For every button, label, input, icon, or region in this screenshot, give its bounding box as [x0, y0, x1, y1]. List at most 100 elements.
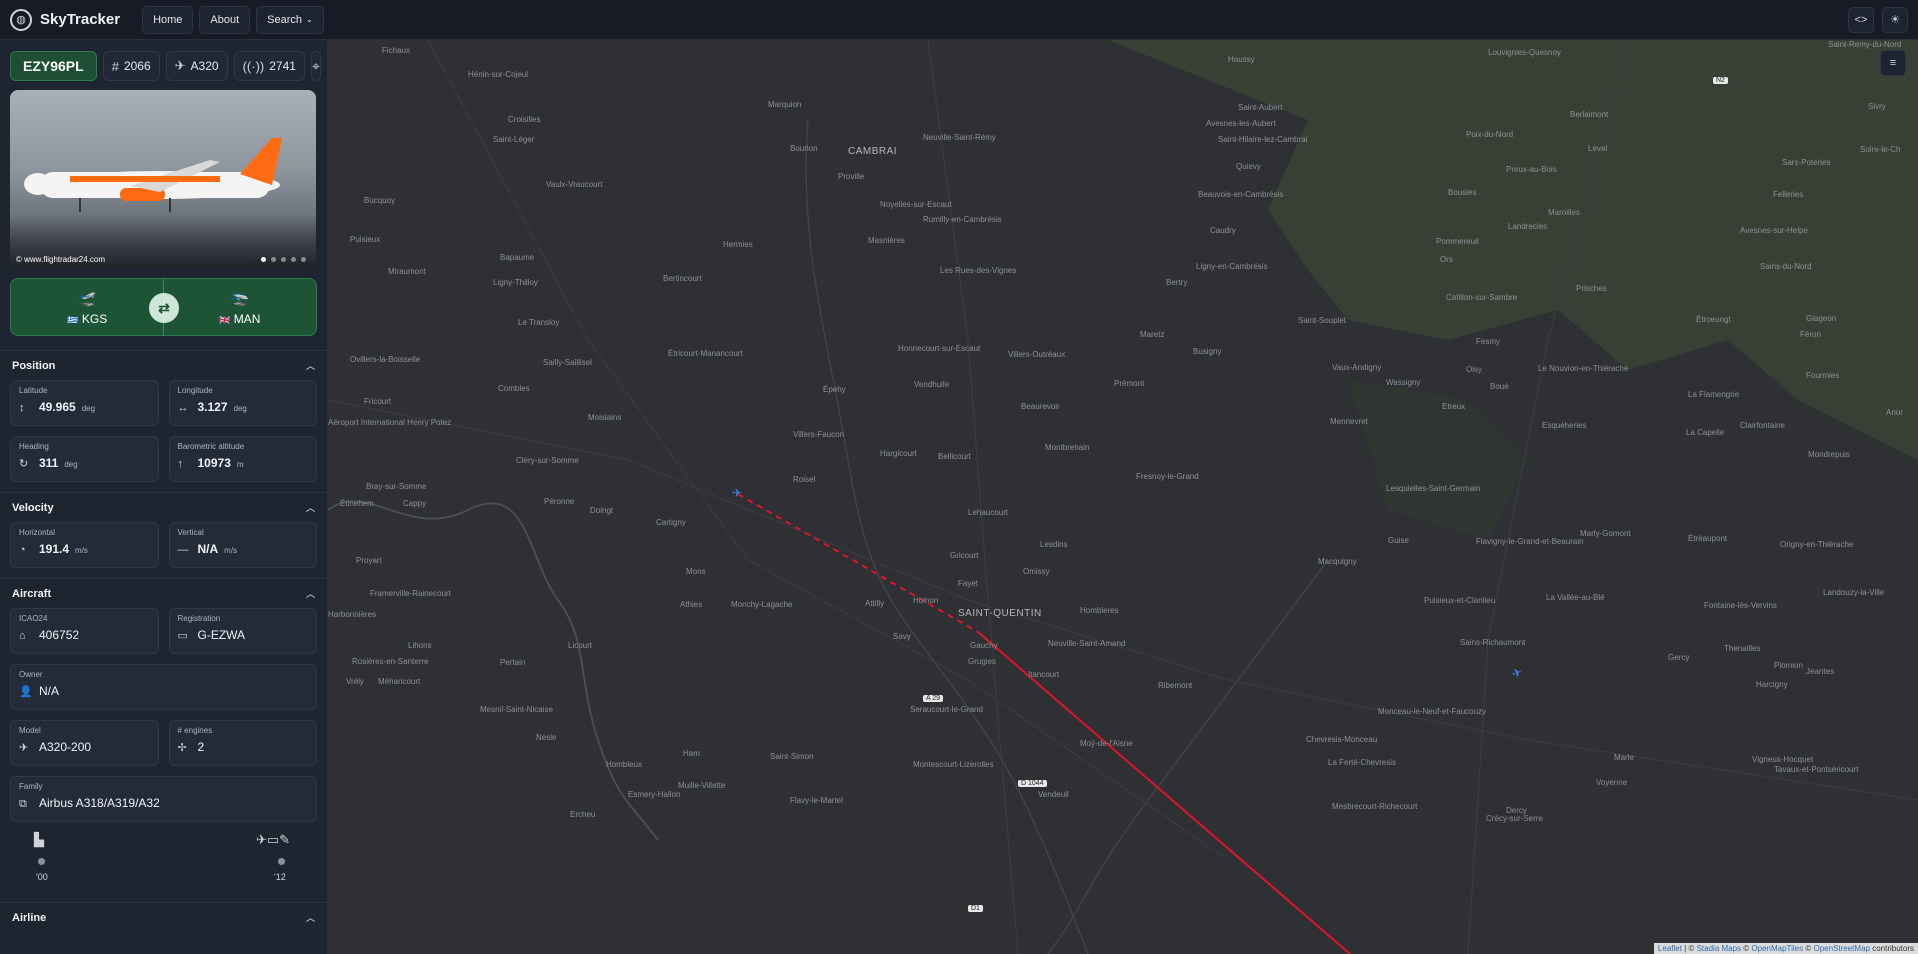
book-icon: ▭ [177, 630, 188, 642]
carousel-dot[interactable] [261, 257, 266, 262]
town-label: Étroeungt [1696, 315, 1731, 324]
nav-about-label: About [210, 13, 240, 26]
aircraft-timeline: ▙ ✈▭✎ '00 '12 [14, 832, 313, 892]
icao-card: ICAO24 ⌂ 406752 [10, 608, 159, 654]
town-label: Sains-du-Nord [1760, 262, 1812, 271]
town-label: Grugies [968, 657, 997, 666]
velocity-section-header[interactable]: Velocity ︿ [0, 492, 327, 522]
town-label: Cartigny [656, 518, 686, 527]
unit-label: deg [233, 404, 247, 413]
town-label: Hénin-sur-Cojeul [468, 70, 529, 79]
town-label: Mesbrecourt-Richecourt [1332, 802, 1418, 811]
app-name: SkyTracker [40, 11, 121, 28]
airline-section-header[interactable]: Airline ︿ [0, 902, 327, 932]
landing-icon: 🛬 [229, 290, 250, 307]
carousel-dot[interactable] [301, 257, 306, 262]
town-label: Bourlon [790, 144, 818, 153]
plane-marker-icon[interactable]: ✈ [732, 486, 742, 500]
town-label: SAINT-QUENTIN [958, 608, 1042, 619]
town-label: Croisilles [508, 115, 541, 124]
timeline-point[interactable] [278, 858, 285, 865]
locate-icon[interactable]: ⌖ [310, 51, 321, 81]
shapes-icon: ⧉ [19, 798, 27, 810]
town-label: Flavy-le-Martel [790, 796, 843, 805]
timeline-point[interactable] [38, 858, 45, 865]
town-label: Bapaume [500, 253, 535, 262]
town-label: Flavigny-le-Grand-et-Beaurain [1476, 537, 1584, 546]
flight-map[interactable]: Fichaux Hénin-sur-Cojeul Croisilles Saint-L… [328, 40, 1918, 954]
town-label: Vendhuile [914, 380, 950, 389]
card-label: Family [19, 782, 43, 791]
route-swap-icon[interactable]: ⇄ [149, 293, 179, 323]
chevron-up-icon: ︿ [305, 503, 315, 513]
town-label: Lesdins [1040, 540, 1068, 549]
leaflet-link[interactable]: Leaflet [1658, 944, 1682, 953]
town-label: Avesnes-sur-Helpe [1740, 226, 1808, 235]
town-label: Sars-Poteries [1782, 158, 1831, 167]
nav-search-dropdown[interactable]: Search ⌄ [256, 5, 324, 34]
stadia-link[interactable]: Stadia Maps [1697, 944, 1741, 953]
town-label: Doingt [590, 506, 614, 515]
flight-details-sidebar: EZY96PL #2066 ✈ A320 ((·)) 2741 ⌖ © www.fl… [0, 40, 328, 954]
longitude-icon: ↔ [177, 402, 189, 414]
town-label: Montbrehain [1045, 443, 1090, 452]
town-label: Puisieux [350, 235, 381, 244]
chevron-up-icon: ︿ [305, 361, 315, 371]
unit-label: m/s [75, 546, 88, 555]
osm-link[interactable]: OpenStreetMap [1813, 944, 1869, 953]
openmaptiles-link[interactable]: OpenMapTiles [1751, 944, 1803, 953]
owner-card: Owner 👤 N/A [10, 664, 317, 710]
town-label: Mennevret [1330, 417, 1368, 426]
destination-airport[interactable]: 🛬 🇬🇧 MAN [164, 279, 317, 335]
nav-home-button[interactable]: Home [142, 5, 194, 34]
horizontal-speed-card: Horizontal ◔ 191.4 m/s [10, 522, 159, 568]
callsign-badge[interactable]: EZY96PL [10, 51, 97, 81]
carousel-dot[interactable] [281, 257, 286, 262]
road-badge: D 1044 [1018, 780, 1047, 787]
town-label: Neuville-Saint-Rémy [923, 133, 996, 142]
user-icon: 👤 [19, 686, 33, 698]
town-label: Holnon [913, 596, 939, 605]
carousel-dot[interactable] [291, 257, 296, 262]
carousel-dot[interactable] [271, 257, 276, 262]
sun-icon[interactable]: ☀ [1882, 6, 1908, 33]
town-label: Roisel [793, 475, 816, 484]
altitude-value: 10973 [197, 456, 231, 470]
longitude-card: Longitude ↔ 3.127 deg [168, 380, 317, 426]
town-label: Méharicourt [378, 677, 421, 686]
aircraft-section-header[interactable]: Aircraft ︿ [0, 578, 327, 608]
app-logo[interactable]: ◍ SkyTracker [10, 8, 121, 31]
town-label: Busigny [1193, 347, 1222, 356]
latitude-icon: ↕ [19, 402, 25, 414]
code-icon[interactable]: <> [1848, 6, 1874, 33]
town-label: Seraucourt-le-Grand [910, 705, 983, 714]
icao-value: 406752 [39, 628, 80, 642]
attribution-text: contributors [1872, 944, 1914, 953]
town-label: Fichaux [382, 46, 411, 55]
plane-icon: ✈ [174, 58, 186, 73]
flight-number: 2066 [123, 59, 151, 73]
heading-card: Heading ↻ 311 deg [10, 436, 159, 482]
town-label: La Capelle [1686, 428, 1725, 437]
town-label: Oisy [1466, 365, 1482, 374]
town-label: Bucquoy [364, 196, 396, 205]
unit-label: deg [81, 404, 96, 413]
town-label: Beauvois-en-Cambrésis [1198, 190, 1284, 199]
town-label: Saint-Léger [493, 135, 535, 144]
squawk-code: 2741 [269, 59, 296, 73]
nav-about-button[interactable]: About [199, 5, 251, 34]
card-label: Barometric altitude [177, 442, 245, 451]
origin-airport[interactable]: 🛫 🇬🇷 KGS [11, 279, 164, 335]
layers-settings-icon[interactable]: ≡ [1880, 50, 1906, 76]
model-card: Model ✈ A320-200 [10, 720, 159, 766]
town-label: Athies [680, 600, 703, 609]
photo-carousel-dots[interactable] [261, 257, 306, 262]
horizontal-speed-value: 191.4 [39, 542, 70, 556]
town-label: Ligny-en-Cambrésis [1196, 262, 1268, 271]
town-label: Sains-Richaumont [1460, 638, 1526, 647]
town-label: Landrecies [1508, 222, 1548, 231]
position-section-header[interactable]: Position ︿ [0, 350, 327, 380]
town-label: Noyelles-sur-Escaut [880, 200, 952, 209]
aircraft-photo[interactable]: © www.flightradar24.com [10, 90, 316, 268]
greece-flag-icon: 🇬🇷 [67, 315, 79, 325]
